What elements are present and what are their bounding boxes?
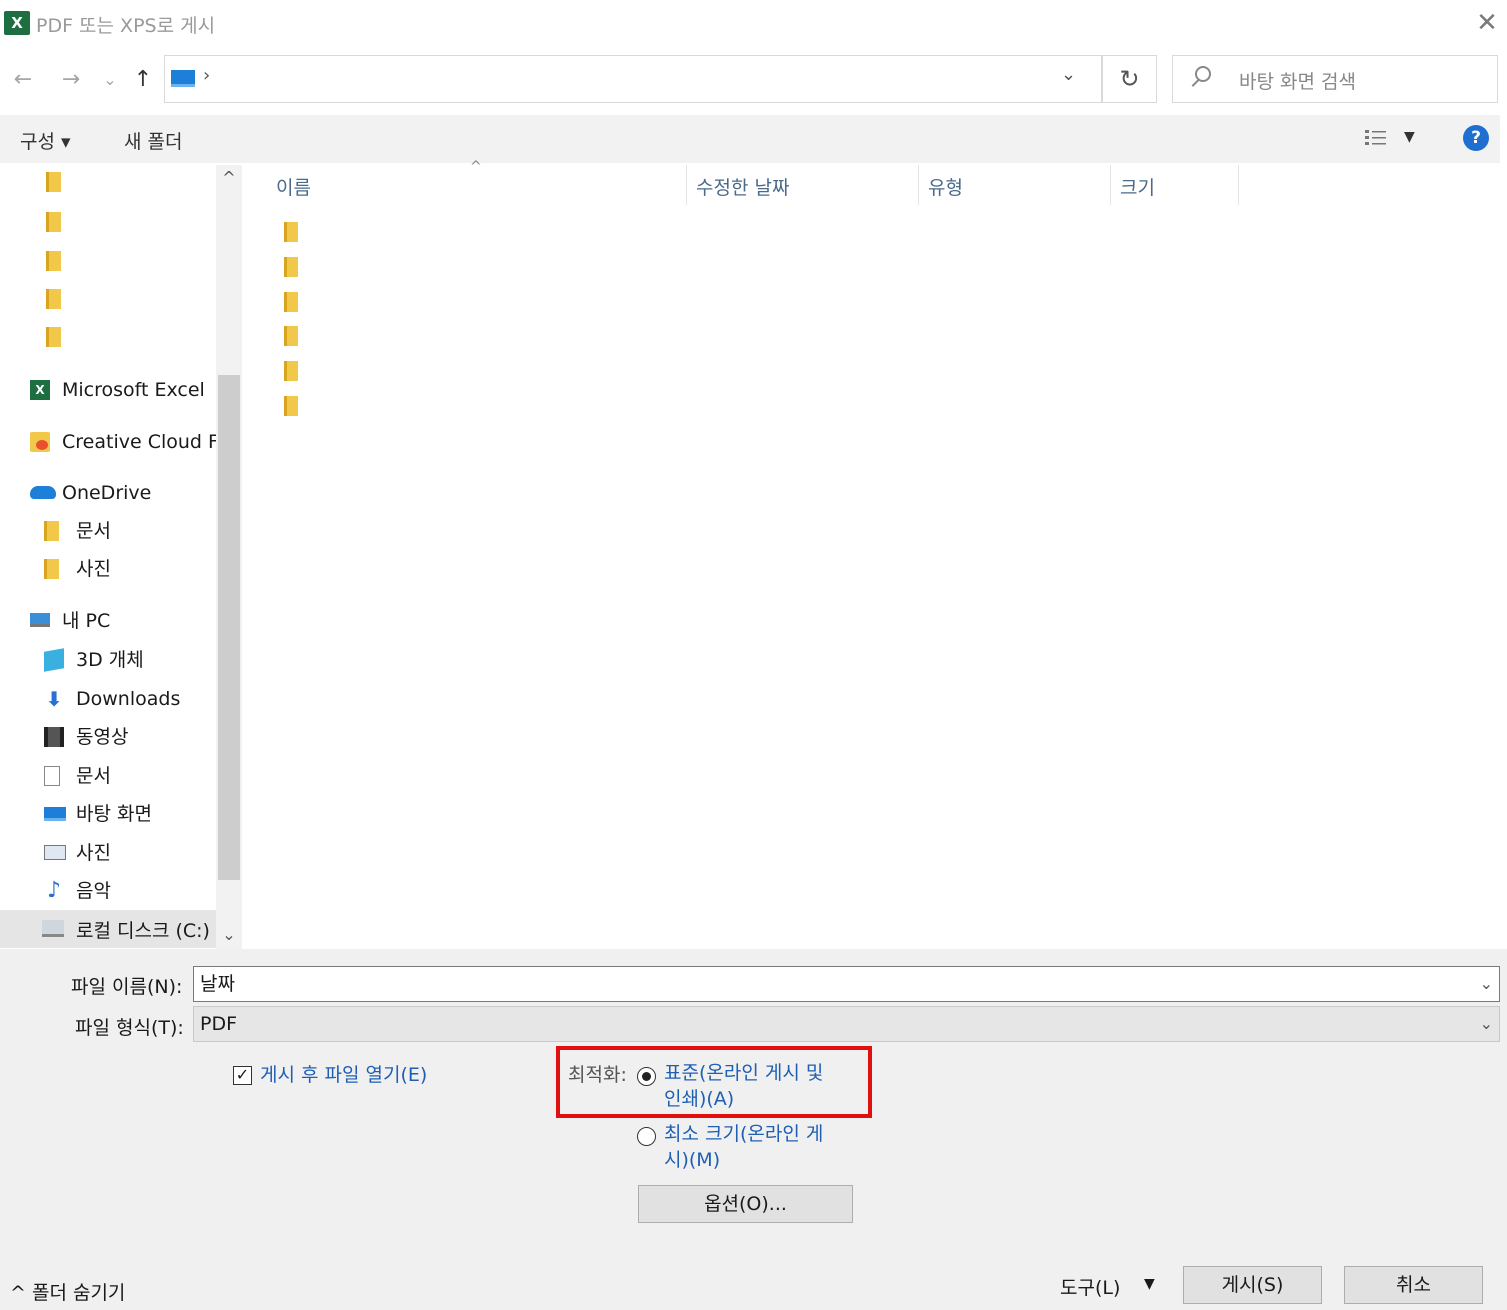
document-icon xyxy=(44,766,60,786)
file-list: 이름 ^ 수정한 날짜 유형 크기 xyxy=(242,159,1500,949)
forward-button[interactable]: → xyxy=(56,60,86,100)
address-bar[interactable]: › ⌄ xyxy=(164,55,1102,103)
folder-icon xyxy=(46,327,61,347)
filetype-value: PDF xyxy=(200,1013,238,1035)
publish-button[interactable]: 게시(S) xyxy=(1183,1266,1322,1304)
open-after-publish-checkbox[interactable]: ✓ xyxy=(233,1066,252,1085)
column-divider[interactable] xyxy=(918,165,919,205)
folder-icon[interactable] xyxy=(284,326,298,346)
navigation-pane: X Microsoft Excel Creative Cloud Fil One… xyxy=(0,165,242,949)
onedrive-icon xyxy=(30,486,56,499)
column-divider[interactable] xyxy=(1238,165,1239,205)
organize-button[interactable]: 구성 ▾ xyxy=(20,127,71,154)
folder-icon xyxy=(46,251,61,271)
folder-icon[interactable] xyxy=(284,361,298,381)
chevron-down-icon[interactable]: ⌄ xyxy=(1480,967,1493,1001)
sort-ascending-icon: ^ xyxy=(470,159,482,175)
open-after-publish-label[interactable]: 게시 후 파일 열기(E) xyxy=(260,1060,427,1087)
close-button[interactable]: ✕ xyxy=(1470,6,1504,40)
folder-icon[interactable] xyxy=(284,396,298,416)
folder-icon xyxy=(44,521,59,541)
creative-cloud-icon xyxy=(30,432,50,452)
folder-icon[interactable] xyxy=(284,222,298,242)
desktop-icon xyxy=(44,807,66,821)
excel-app-icon: X xyxy=(4,11,30,35)
music-icon: ♪ xyxy=(46,878,62,903)
desktop-location-icon xyxy=(171,70,195,87)
optimize-minimum-radio[interactable] xyxy=(637,1127,656,1146)
download-icon: ⬇ xyxy=(45,687,63,711)
breadcrumb-chevron-icon[interactable]: › xyxy=(203,65,210,86)
back-button[interactable]: ← xyxy=(8,60,38,100)
filename-value: 날짜 xyxy=(200,973,235,995)
nav-scrollbar-thumb[interactable] xyxy=(218,375,240,880)
folder-icon xyxy=(46,289,61,309)
video-icon xyxy=(44,727,64,747)
column-divider[interactable] xyxy=(686,165,687,205)
tools-button[interactable]: 도구(L) xyxy=(1060,1273,1120,1300)
view-details-icon[interactable] xyxy=(1364,128,1388,148)
search-input[interactable]: 바탕 화면 검색 xyxy=(1239,67,1356,94)
options-button[interactable]: 옵션(O)... xyxy=(638,1185,853,1223)
refresh-button[interactable]: ↻ xyxy=(1102,55,1157,103)
cancel-button[interactable]: 취소 xyxy=(1344,1266,1483,1304)
window-title: PDF 또는 XPS로 게시 xyxy=(36,15,216,37)
folder-icon xyxy=(44,559,59,579)
excel-icon: X xyxy=(30,380,50,400)
filetype-select[interactable]: PDF ⌄ xyxy=(193,1006,1500,1042)
search-icon xyxy=(1195,66,1211,82)
scroll-up-icon[interactable]: ^ xyxy=(218,168,240,187)
chevron-down-icon[interactable]: ⌄ xyxy=(1480,1007,1493,1041)
optimize-minimum-label-line2[interactable]: 시)(M) xyxy=(664,1147,720,1173)
3d-objects-icon xyxy=(44,648,64,672)
picture-icon xyxy=(44,845,66,860)
up-button[interactable]: ↑ xyxy=(128,60,158,100)
highlight-box xyxy=(556,1046,872,1118)
scroll-down-icon[interactable]: ⌄ xyxy=(218,925,240,944)
column-header-size[interactable]: 크기 xyxy=(1120,173,1155,200)
filetype-label: 파일 형식(T): xyxy=(75,1017,184,1039)
column-divider[interactable] xyxy=(1110,165,1111,205)
new-folder-button[interactable]: 새 폴더 xyxy=(124,127,182,154)
filename-label: 파일 이름(N): xyxy=(71,976,183,998)
pc-icon xyxy=(30,613,50,627)
column-header-type[interactable]: 유형 xyxy=(928,173,963,200)
tools-dropdown-icon[interactable]: ▼ xyxy=(1144,1276,1155,1292)
folder-icon xyxy=(46,212,61,232)
command-bar: 구성 ▾ 새 폴더 ▼ ? xyxy=(0,115,1500,163)
nav-item-local-disk[interactable]: 로컬 디스크 (C:) xyxy=(0,910,216,948)
view-dropdown-icon[interactable]: ▼ xyxy=(1404,129,1415,145)
folder-icon xyxy=(46,172,61,192)
title-bar xyxy=(0,0,1507,50)
optimize-minimum-label-line1[interactable]: 최소 크기(온라인 게 xyxy=(664,1121,823,1147)
drive-icon xyxy=(42,920,64,937)
address-dropdown-icon[interactable]: ⌄ xyxy=(1061,64,1076,85)
hide-folders-toggle[interactable]: ^ 폴더 숨기기 xyxy=(10,1278,125,1305)
folder-icon[interactable] xyxy=(284,292,298,312)
column-header-name[interactable]: 이름 xyxy=(276,173,311,200)
recent-locations-button[interactable]: ⌄ xyxy=(98,60,122,100)
column-header-date-modified[interactable]: 수정한 날짜 xyxy=(696,173,789,200)
help-button[interactable]: ? xyxy=(1463,125,1489,151)
search-box[interactable]: 바탕 화면 검색 xyxy=(1172,55,1498,103)
folder-icon[interactable] xyxy=(284,257,298,277)
filename-input[interactable]: 날짜 ⌄ xyxy=(193,966,1500,1002)
